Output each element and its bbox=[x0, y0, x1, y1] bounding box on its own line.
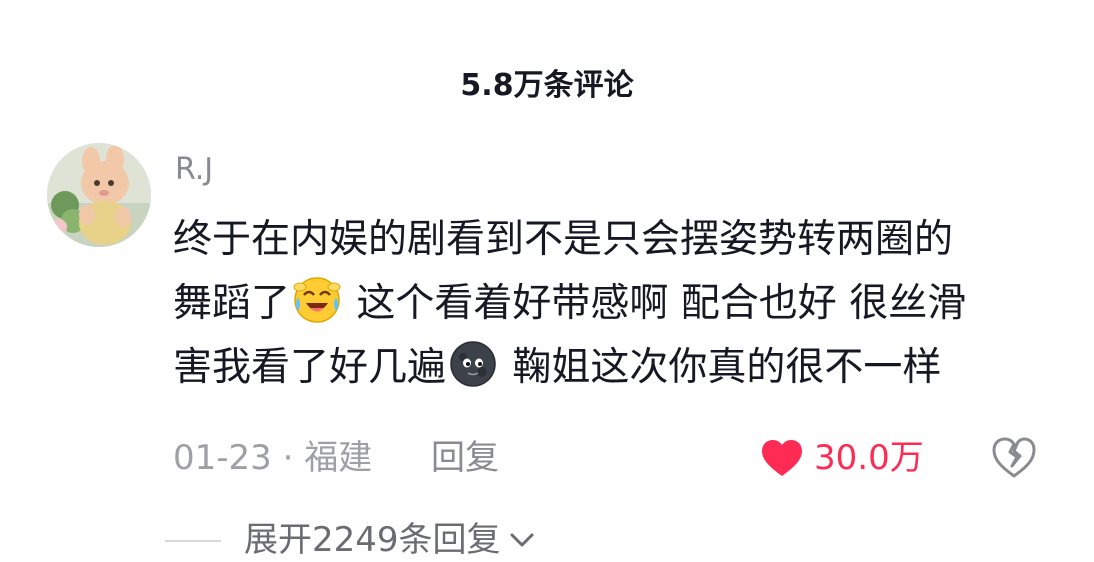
avatar[interactable] bbox=[47, 143, 151, 247]
comment-segment: 害我看了好几遍 bbox=[173, 345, 447, 390]
expand-replies-button[interactable]: 展开2249条回复 bbox=[244, 518, 535, 562]
comment-line: 舞蹈了 这个看着好带感啊 配合也好 很丝滑 bbox=[173, 272, 1053, 336]
expand-divider bbox=[165, 540, 221, 542]
dislike-button[interactable] bbox=[990, 434, 1038, 482]
meta-separator: · bbox=[282, 438, 294, 478]
comment-meta: 01-23 · 福建 回复 bbox=[173, 436, 499, 480]
comment-segment: 鞠姐这次你真的很不一样 bbox=[500, 345, 942, 390]
like-button[interactable]: 30.0万 bbox=[760, 434, 924, 482]
dark-moon-face-emoji-icon bbox=[450, 341, 496, 387]
reply-button[interactable]: 回复 bbox=[431, 438, 499, 478]
comment-segment: 舞蹈了 bbox=[173, 281, 291, 326]
comment-text: 终于在内娱的剧看到不是只会摆姿势转两圈的 舞蹈了 这个看着好带感啊 配合也好 很… bbox=[173, 208, 1053, 400]
heart-icon bbox=[762, 440, 802, 476]
comment-panel: 5.8万条评论 R.J 终于在内娱的剧看到不是只会摆姿势转两圈的 舞蹈了 这个看… bbox=[0, 0, 1094, 562]
comment-line: 终于在内娱的剧看到不是只会摆姿势转两圈的 bbox=[173, 217, 954, 262]
comment-line: 害我看了好几遍 鞠姐这次你真的很不一样 bbox=[173, 336, 1053, 400]
comment-location: 福建 bbox=[304, 438, 373, 478]
avatar-image-icon bbox=[47, 143, 151, 247]
like-count: 30.0万 bbox=[814, 438, 924, 478]
comment-date: 01-23 bbox=[173, 438, 272, 478]
username[interactable]: R.J bbox=[175, 150, 213, 190]
broken-heart-icon bbox=[992, 437, 1036, 478]
chevron-down-icon bbox=[510, 533, 534, 547]
laughing-crying-emoji-icon bbox=[293, 277, 341, 323]
comment-count-title: 5.8万条评论 bbox=[460, 68, 634, 103]
expand-replies-label: 展开2249条回复 bbox=[244, 520, 501, 560]
comment-segment: 这个看着好带感啊 配合也好 很丝滑 bbox=[344, 281, 967, 326]
